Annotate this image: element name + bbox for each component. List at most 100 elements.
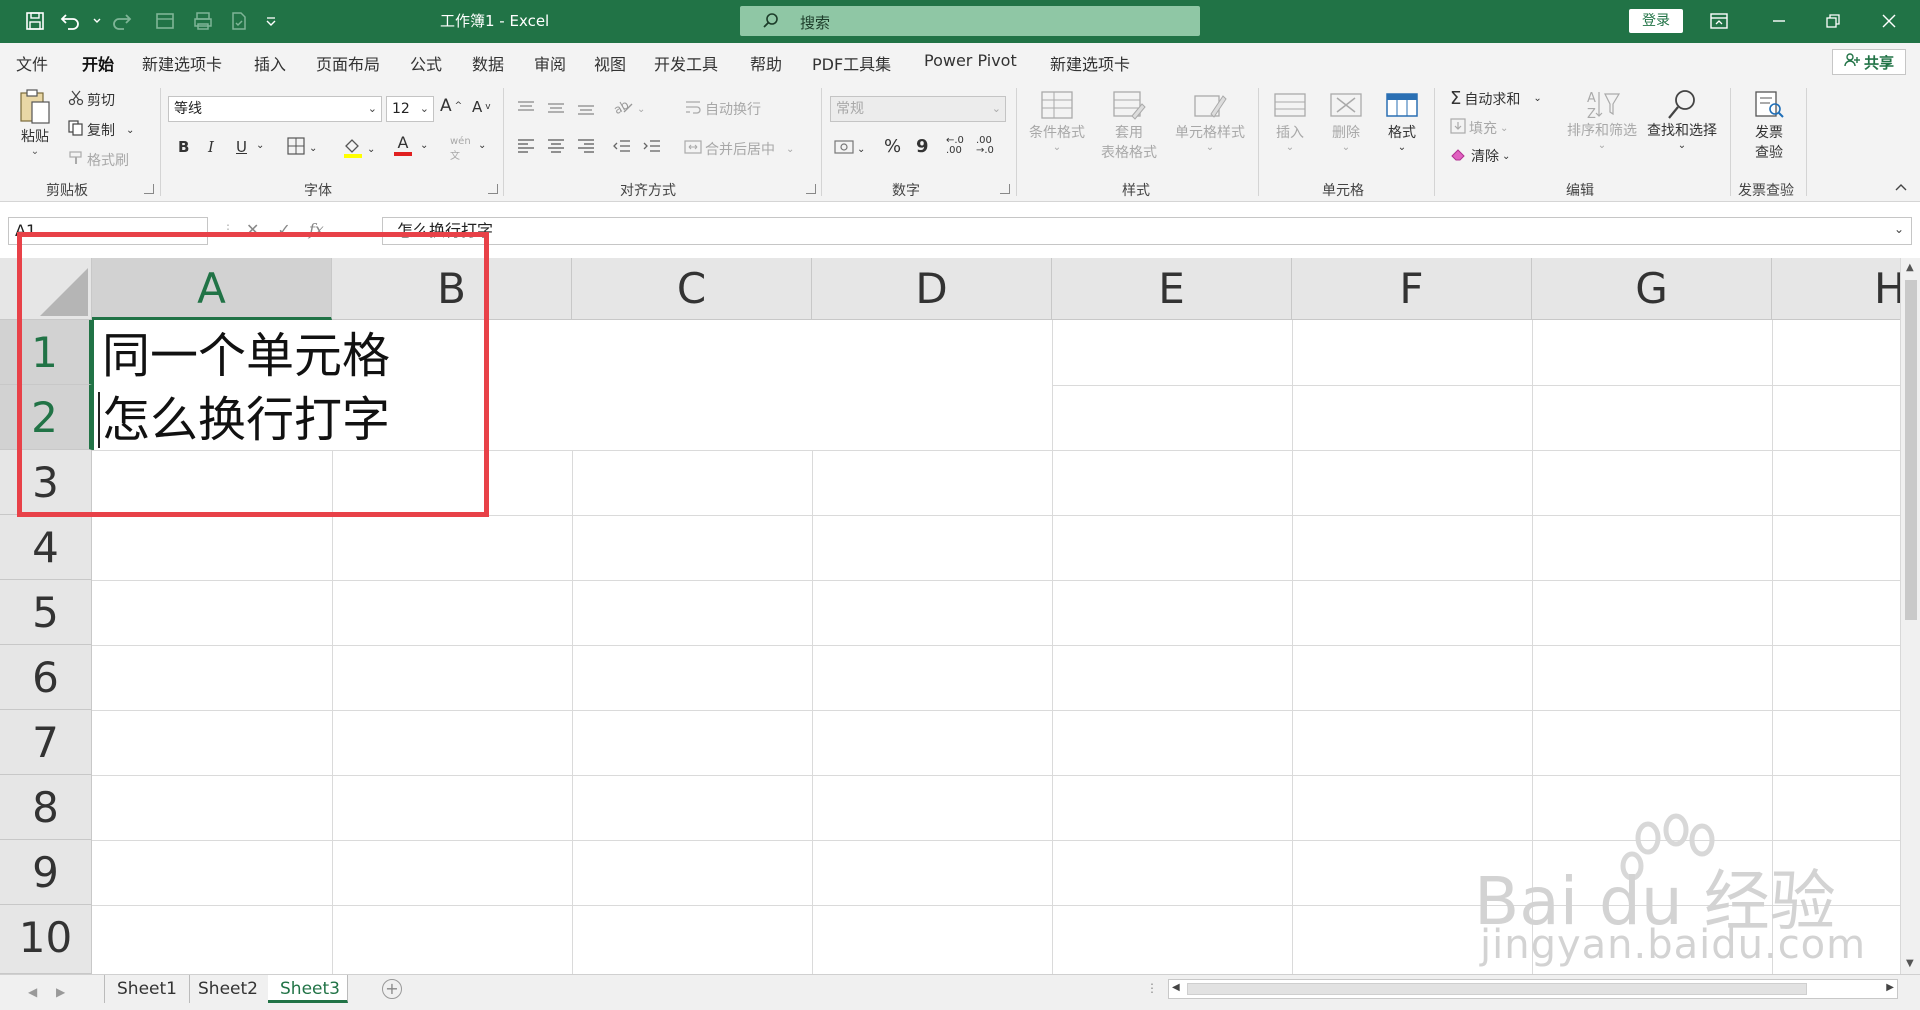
sort-filter-button[interactable]: AZ 排序和筛选 ⌄: [1560, 88, 1644, 151]
invoice-check-button[interactable]: 发票 查验: [1740, 90, 1798, 162]
form-icon[interactable]: [152, 8, 178, 34]
restore-icon[interactable]: [1818, 8, 1848, 34]
collapse-ribbon-icon[interactable]: [1894, 182, 1908, 192]
align-middle-icon[interactable]: [546, 100, 566, 116]
wrap-text-button[interactable]: 自动换行: [684, 98, 761, 120]
row-header-5[interactable]: 5: [0, 580, 92, 645]
tab-new-tab-1[interactable]: 新建选项卡: [142, 51, 222, 75]
horizontal-scrollbar[interactable]: ◀ ▶: [1168, 979, 1898, 999]
formula-input[interactable]: 怎么换行打字: [382, 217, 1912, 245]
chevron-down-icon[interactable]: ⌄: [478, 140, 486, 151]
font-launcher-icon[interactable]: [488, 184, 498, 194]
delete-cells-button[interactable]: 删除 ⌄: [1320, 90, 1372, 153]
font-color-button[interactable]: A: [394, 134, 412, 156]
copy-button[interactable]: 复制 ⌄: [68, 120, 134, 140]
font-color-dropdown-icon[interactable]: ⌄: [420, 140, 428, 151]
number-format-select[interactable]: 常规 ⌄: [830, 96, 1006, 122]
row-header-6[interactable]: 6: [0, 645, 92, 710]
sheet-tab-sheet3[interactable]: Sheet3: [268, 975, 348, 1003]
tab-insert[interactable]: 插入: [254, 51, 286, 75]
horizontal-scroll-thumb[interactable]: [1187, 983, 1807, 995]
tab-power-pivot[interactable]: Power Pivot: [924, 51, 1017, 70]
column-header-f[interactable]: F: [1292, 258, 1532, 320]
close-icon[interactable]: [1874, 8, 1904, 34]
tab-data[interactable]: 数据: [472, 51, 504, 75]
align-top-icon[interactable]: [516, 100, 536, 116]
column-header-d[interactable]: D: [812, 258, 1052, 320]
vertical-scroll-thumb[interactable]: [1905, 280, 1917, 620]
decrease-indent-icon[interactable]: [612, 138, 632, 154]
scroll-up-icon[interactable]: ▲: [1906, 262, 1914, 273]
align-left-icon[interactable]: [516, 138, 536, 154]
accounting-format-button[interactable]: ⌄: [834, 138, 865, 160]
tab-home[interactable]: 开始: [82, 51, 115, 83]
copy-dropdown-icon[interactable]: ⌄: [126, 125, 134, 136]
minimize-icon[interactable]: [1764, 8, 1794, 34]
column-header-e[interactable]: E: [1052, 258, 1292, 320]
vertical-scrollbar[interactable]: ▲ ▼: [1900, 258, 1920, 974]
bold-button[interactable]: B: [178, 138, 189, 156]
tab-split-handle-icon[interactable]: ⋮: [1146, 981, 1158, 995]
save-icon[interactable]: [22, 8, 48, 34]
next-sheet-icon[interactable]: ▶: [56, 985, 65, 999]
paste-button[interactable]: 粘贴 ⌄: [6, 88, 64, 157]
orientation-button[interactable]: ab ⌄: [611, 97, 645, 120]
row-header-8[interactable]: 8: [0, 775, 92, 840]
tab-pdf-tools[interactable]: PDF工具集: [812, 51, 891, 75]
paste-dropdown-icon[interactable]: ⌄: [6, 146, 64, 157]
comma-style-button[interactable]: 9: [916, 136, 929, 157]
expand-formula-bar-icon[interactable]: ⌄: [1894, 222, 1904, 236]
decrease-decimal-icon[interactable]: .00 →.0: [976, 136, 994, 156]
fill-button[interactable]: 填充 ⌄: [1450, 118, 1508, 138]
clear-button[interactable]: 清除 ⌄: [1450, 146, 1510, 166]
phonetic-guide-icon[interactable]: wén 文: [450, 136, 471, 162]
format-painter-button[interactable]: 格式刷: [68, 150, 129, 170]
document-check-icon[interactable]: [226, 8, 252, 34]
column-header-h[interactable]: H: [1772, 258, 1900, 320]
increase-font-button[interactable]: A ^: [440, 96, 462, 116]
italic-button[interactable]: I: [208, 138, 214, 156]
column-header-c[interactable]: C: [572, 258, 812, 320]
format-as-table-button[interactable]: 套用 表格格式: [1098, 90, 1160, 162]
tab-view[interactable]: 视图: [594, 51, 626, 75]
align-center-icon[interactable]: [546, 138, 566, 154]
number-launcher-icon[interactable]: [1000, 184, 1010, 194]
format-cells-button[interactable]: 格式 ⌄: [1376, 90, 1428, 153]
align-bottom-icon[interactable]: [576, 100, 596, 116]
share-button[interactable]: 共享: [1832, 49, 1906, 75]
alignment-launcher-icon[interactable]: [806, 184, 816, 194]
conditional-formatting-button[interactable]: 条件格式 ⌄: [1026, 90, 1088, 153]
undo-icon[interactable]: [58, 8, 84, 34]
undo-dropdown-icon[interactable]: [84, 8, 110, 34]
print-preview-icon[interactable]: [190, 8, 216, 34]
underline-button[interactable]: U: [236, 138, 247, 156]
tab-new-tab-2[interactable]: 新建选项卡: [1050, 51, 1130, 75]
previous-sheet-icon[interactable]: ◀: [28, 985, 37, 999]
align-right-icon[interactable]: [576, 138, 596, 154]
cell-styles-button[interactable]: 单元格样式 ⌄: [1170, 90, 1250, 153]
customize-toolbar-icon[interactable]: [258, 8, 284, 34]
row-header-7[interactable]: 7: [0, 710, 92, 775]
sheet-tab-sheet2[interactable]: Sheet2: [186, 975, 271, 1003]
tab-review[interactable]: 审阅: [534, 51, 566, 75]
merge-center-button[interactable]: 合并后居中 ⌄: [684, 138, 794, 160]
borders-button[interactable]: ⌄: [286, 136, 317, 160]
column-header-g[interactable]: G: [1532, 258, 1772, 320]
underline-dropdown-icon[interactable]: ⌄: [256, 140, 264, 151]
ribbon-display-icon[interactable]: [1704, 8, 1734, 34]
add-sheet-button[interactable]: +: [382, 979, 402, 999]
percent-button[interactable]: %: [884, 136, 901, 157]
find-select-button[interactable]: 查找和选择 ⌄: [1640, 88, 1724, 151]
autosum-button[interactable]: Σ 自动求和 ⌄: [1450, 88, 1542, 109]
increase-indent-icon[interactable]: [642, 138, 662, 154]
fill-color-button[interactable]: ⌄: [342, 136, 375, 162]
font-name-select[interactable]: 等线 ⌄: [168, 96, 382, 122]
clipboard-launcher-icon[interactable]: [144, 184, 154, 194]
row-header-9[interactable]: 9: [0, 840, 92, 905]
sheet-tab-sheet1[interactable]: Sheet1: [104, 975, 190, 1003]
tab-file[interactable]: 文件: [16, 51, 48, 75]
login-button[interactable]: 登录: [1629, 9, 1683, 33]
insert-cells-button[interactable]: 插入 ⌄: [1264, 90, 1316, 153]
redo-icon[interactable]: [108, 8, 134, 34]
scroll-left-icon[interactable]: ◀: [1172, 982, 1180, 993]
